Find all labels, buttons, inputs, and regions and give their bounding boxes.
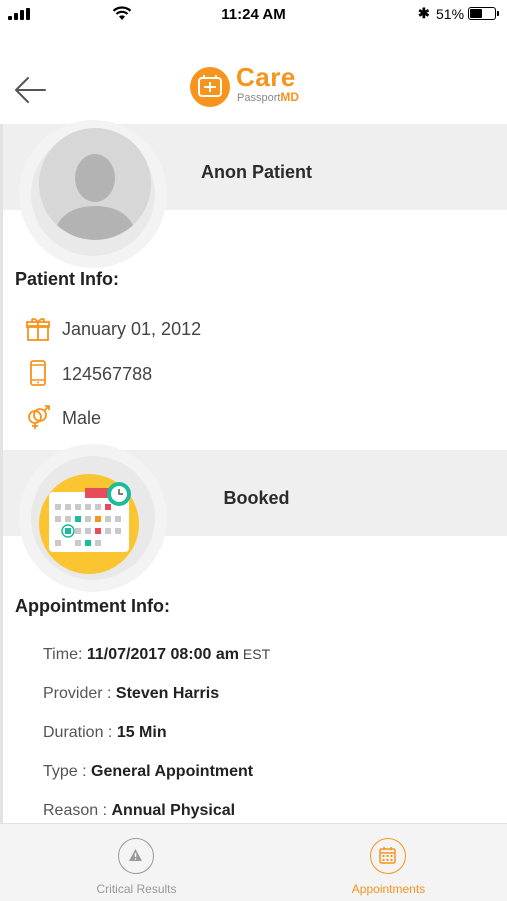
calendar-icon — [370, 838, 406, 874]
status-time: 11:24 AM — [221, 6, 286, 23]
patient-info-heading: Patient Info: — [15, 269, 119, 289]
battery-icon — [468, 7, 499, 20]
patient-name: Anon Patient — [201, 162, 312, 182]
logo-subtext: PassportMD — [237, 90, 300, 104]
bluetooth-icon: ✱ — [418, 5, 430, 21]
battery-percent: 51% — [436, 6, 465, 22]
tab-critical-results-label: Critical Results — [96, 882, 177, 896]
app-logo: Care PassportMD — [190, 62, 320, 110]
tab-appointments-label: Appointments — [351, 882, 426, 896]
logo-mark-icon — [190, 67, 230, 107]
patient-card: Anon Patient Patient Info: January 01, 2… — [0, 120, 507, 824]
patient-dob: January 01, 2012 — [62, 319, 202, 339]
avatar — [39, 128, 151, 240]
appointment-type: Type : General Appointment — [43, 763, 254, 780]
appointment-info-heading: Appointment Info: — [15, 596, 170, 616]
patient-gender: Male — [62, 408, 102, 428]
appointment-status: Booked — [223, 488, 290, 508]
appointment-time: Time: 11/07/2017 08:00 am EST — [43, 646, 271, 663]
patient-phone: 124567788 — [62, 364, 153, 384]
tab-appointments[interactable]: Appointments — [262, 824, 507, 901]
appointment-reason: Reason : Annual Physical — [43, 802, 236, 819]
back-arrow-icon[interactable] — [12, 72, 48, 108]
gender-icon — [28, 405, 50, 429]
appointment-duration: Duration : 15 Min — [43, 724, 167, 741]
warning-icon — [118, 838, 154, 874]
tab-critical-results[interactable]: Critical Results — [10, 824, 263, 901]
phone-icon — [30, 360, 46, 386]
status-bar: 11:24 AM ✱ 51% — [0, 0, 507, 28]
person-silhouette-icon — [39, 128, 151, 240]
gift-icon — [26, 318, 50, 341]
tab-bar: Critical Results Appointments — [0, 823, 507, 901]
logo-wordmark: Care — [236, 62, 296, 92]
appointment-provider: Provider : Steven Harris — [43, 685, 220, 702]
